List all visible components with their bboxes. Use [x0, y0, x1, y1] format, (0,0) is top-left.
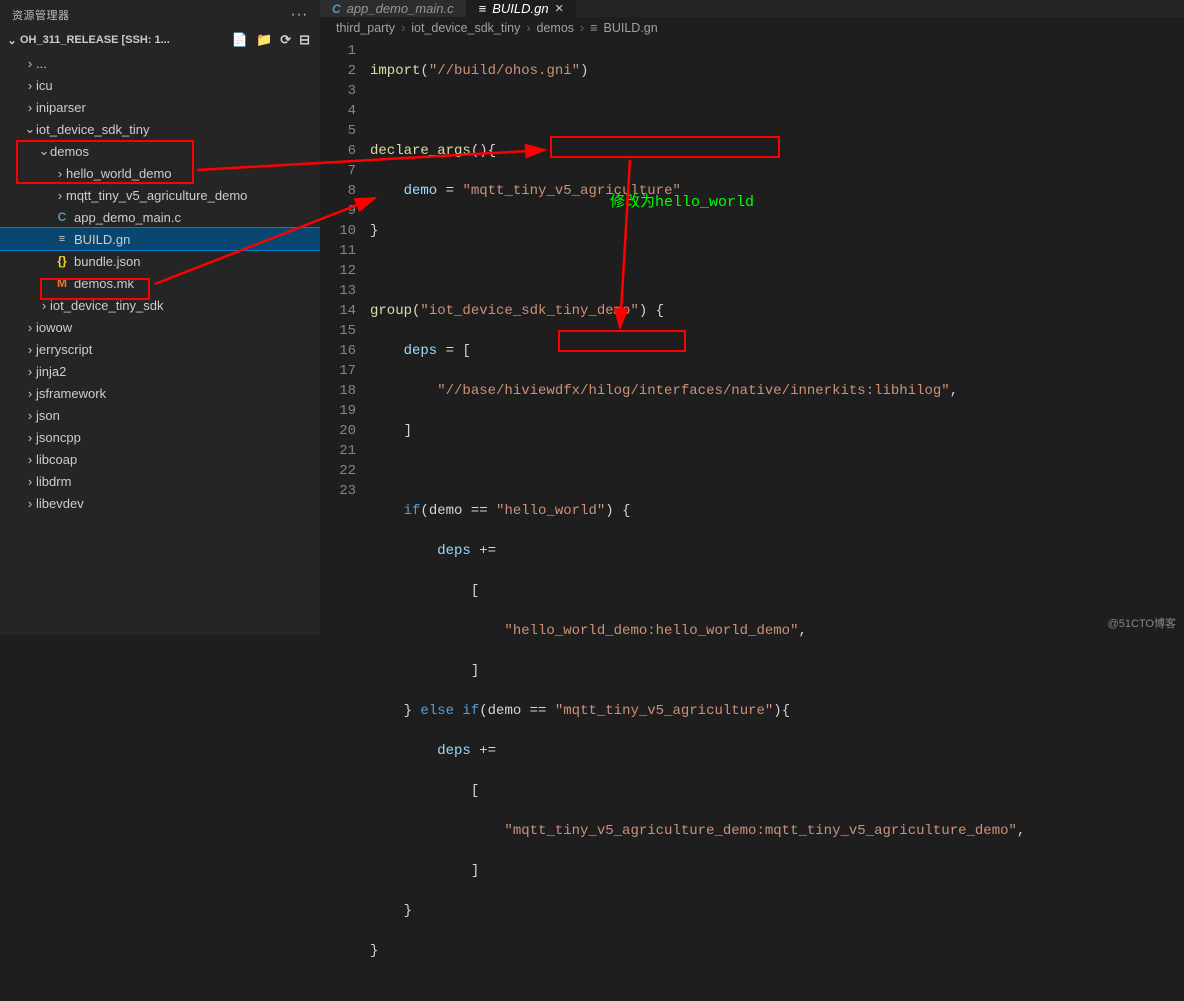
- tree-item[interactable]: ›jsoncpp: [0, 426, 320, 448]
- tab-build-gn[interactable]: ≡ BUILD.gn ×: [467, 0, 577, 17]
- tree-item[interactable]: ›hello_world_demo: [0, 162, 320, 184]
- tree-item-build-gn[interactable]: ≡BUILD.gn: [0, 228, 320, 250]
- c-file-icon: C: [54, 210, 70, 224]
- breadcrumb-part[interactable]: iot_device_sdk_tiny: [411, 21, 520, 35]
- json-file-icon: {}: [54, 254, 70, 268]
- tree-item[interactable]: ›json: [0, 404, 320, 426]
- gutter: 1234567891011121314151617181920212223: [320, 41, 370, 1001]
- tree-item[interactable]: ›iowow: [0, 316, 320, 338]
- breadcrumbs[interactable]: third_party› iot_device_sdk_tiny› demos›…: [320, 17, 1184, 39]
- collapse-icon[interactable]: ⊟: [299, 32, 310, 48]
- watermark: @51CTO博客: [1108, 615, 1176, 631]
- tree-item-demos[interactable]: ⌄demos: [0, 140, 320, 162]
- tree-item[interactable]: ›libdrm: [0, 470, 320, 492]
- sidebar-header: 资源管理器 ···: [0, 0, 320, 30]
- tree-item[interactable]: ›...: [0, 52, 320, 74]
- workspace-header[interactable]: ⌄ OH_311_RELEASE [SSH: 1... 📄 📁 ⟳ ⊟: [0, 30, 320, 50]
- close-icon[interactable]: ×: [555, 0, 564, 17]
- refresh-icon[interactable]: ⟳: [280, 32, 291, 48]
- tree-item[interactable]: ›mqtt_tiny_v5_agriculture_demo: [0, 184, 320, 206]
- tab-label: app_demo_main.c: [347, 1, 454, 16]
- tree-item[interactable]: ›jsframework: [0, 382, 320, 404]
- new-file-icon[interactable]: 📄: [232, 32, 248, 48]
- workspace-actions: 📄 📁 ⟳ ⊟: [232, 32, 316, 48]
- breadcrumb-part[interactable]: third_party: [336, 21, 395, 35]
- chevron-down-icon: ⌄: [4, 34, 20, 47]
- explorer-title: 资源管理器: [12, 7, 70, 23]
- tree-item[interactable]: ›iniparser: [0, 96, 320, 118]
- tree-item-iot-sdk[interactable]: ⌄iot_device_sdk_tiny: [0, 118, 320, 140]
- breadcrumb-part[interactable]: BUILD.gn: [604, 21, 658, 35]
- tree-item[interactable]: ›libcoap: [0, 448, 320, 470]
- tab-app-demo[interactable]: C app_demo_main.c: [320, 0, 467, 17]
- tree-item[interactable]: ›icu: [0, 74, 320, 96]
- more-icon[interactable]: ···: [291, 6, 308, 24]
- tree-item-mk[interactable]: Mdemos.mk: [0, 272, 320, 294]
- gn-file-icon: ≡: [590, 21, 597, 35]
- file-explorer-sidebar: 资源管理器 ··· ⌄ OH_311_RELEASE [SSH: 1... 📄 …: [0, 0, 320, 635]
- tree-item[interactable]: ›iot_device_tiny_sdk: [0, 294, 320, 316]
- tree-item[interactable]: ›libevdev: [0, 492, 320, 514]
- tab-label: BUILD.gn: [492, 1, 548, 16]
- workspace-name: OH_311_RELEASE [SSH: 1...: [20, 34, 232, 46]
- editor-tabs: C app_demo_main.c ≡ BUILD.gn ×: [320, 0, 1184, 17]
- code-editor[interactable]: 1234567891011121314151617181920212223 im…: [320, 39, 1184, 1001]
- mk-file-icon: M: [54, 276, 70, 290]
- c-file-icon: C: [332, 2, 341, 16]
- new-folder-icon[interactable]: 📁: [256, 32, 272, 48]
- code-content[interactable]: import("//build/ohos.gni") declare_args(…: [370, 41, 1025, 1001]
- editor-pane: C app_demo_main.c ≡ BUILD.gn × third_par…: [320, 0, 1184, 635]
- tree-item-c-file[interactable]: Capp_demo_main.c: [0, 206, 320, 228]
- tree-item-json[interactable]: {}bundle.json: [0, 250, 320, 272]
- file-tree: ›... ›icu ›iniparser ⌄iot_device_sdk_tin…: [0, 50, 320, 514]
- gn-file-icon: ≡: [479, 1, 487, 16]
- tree-item[interactable]: ›jinja2: [0, 360, 320, 382]
- tree-item[interactable]: ›jerryscript: [0, 338, 320, 360]
- breadcrumb-part[interactable]: demos: [537, 21, 575, 35]
- gn-file-icon: ≡: [54, 233, 70, 245]
